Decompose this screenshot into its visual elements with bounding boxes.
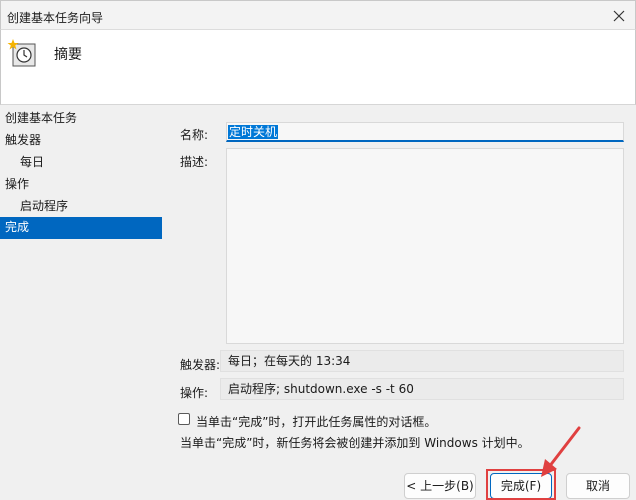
sidebar-item-finish[interactable]: 完成: [0, 217, 162, 239]
action-label: 操作:: [180, 386, 209, 400]
name-label: 名称:: [180, 128, 209, 142]
name-field[interactable]: 定时关机: [226, 122, 624, 142]
trigger-value: 每日；在每天的 13:34: [220, 350, 624, 372]
annotation-arrow-icon: [541, 426, 581, 477]
sidebar-item-start-program[interactable]: 启动程序: [0, 196, 162, 218]
wizard-steps-sidebar: 创建基本任务 触发器 每日 操作 启动程序 完成: [0, 106, 165, 500]
open-properties-label[interactable]: 当单击“完成”时，打开此任务属性的对话框。: [196, 413, 436, 430]
trigger-label: 触发器:: [180, 358, 221, 372]
back-button[interactable]: < 上一步(B): [404, 473, 476, 499]
action-value: 启动程序; shutdown.exe -s -t 60: [220, 378, 624, 400]
close-icon: [613, 10, 625, 22]
title-bar: 创建基本任务向导: [0, 0, 636, 30]
task-clock-icon: [7, 38, 37, 68]
sidebar-item-create-basic-task[interactable]: 创建基本任务: [0, 108, 162, 130]
sidebar-item-trigger[interactable]: 触发器: [0, 130, 162, 152]
description-field[interactable]: [226, 148, 624, 344]
page-title: 摘要: [54, 47, 82, 63]
sidebar-item-action[interactable]: 操作: [0, 174, 162, 196]
close-button[interactable]: [607, 4, 631, 28]
description-label: 描述:: [180, 155, 209, 169]
name-value: 定时关机: [228, 125, 279, 139]
sidebar-item-daily[interactable]: 每日: [0, 152, 162, 174]
finish-note: 当单击“完成”时，新任务将会被创建并添加到 Windows 计划中。: [180, 436, 530, 450]
wizard-header: 摘要: [0, 30, 636, 105]
open-properties-checkbox[interactable]: [178, 413, 190, 425]
window-title: 创建基本任务向导: [7, 11, 104, 25]
